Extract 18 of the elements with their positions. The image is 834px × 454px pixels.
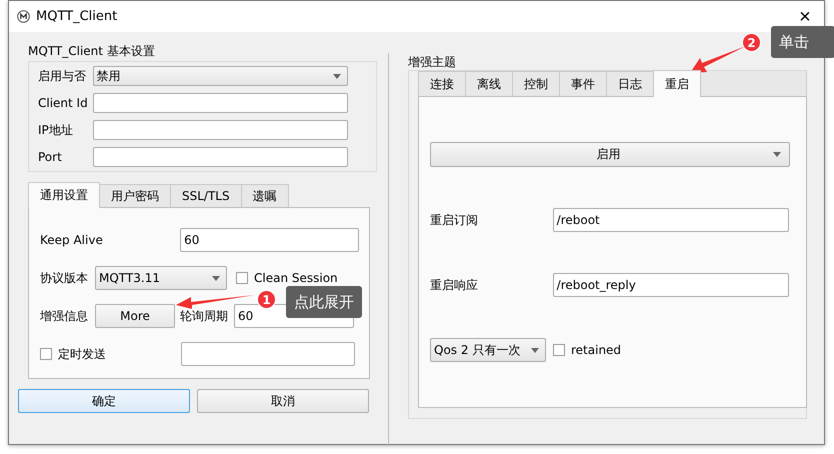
field-label: 重启订阅 [430, 212, 479, 228]
field-label: 协议版本 [40, 270, 89, 286]
field-label: Port [38, 150, 63, 164]
checkbox-label: Clean Session [254, 271, 338, 285]
field-label: 启用与否 [38, 68, 87, 84]
field-label: Keep Alive [40, 233, 104, 247]
hint-tooltip: 单击 [771, 26, 834, 58]
checkbox-label: 定时发送 [58, 346, 106, 362]
group-title: MQTT_Client 基本设置 [28, 43, 156, 58]
checkbox-label: retained [571, 343, 622, 357]
field-label: 轮询周期 [180, 308, 229, 324]
field-label: Client Id [38, 96, 89, 110]
hint-tooltip: 点此展开 [286, 286, 362, 318]
window-title: MQTT_Client [36, 9, 118, 24]
field-label: 重启响应 [430, 276, 479, 294]
field-label: 增强信息 [40, 308, 89, 324]
group-title: 增强主题 [408, 54, 457, 70]
field-label: IP地址 [38, 122, 74, 138]
